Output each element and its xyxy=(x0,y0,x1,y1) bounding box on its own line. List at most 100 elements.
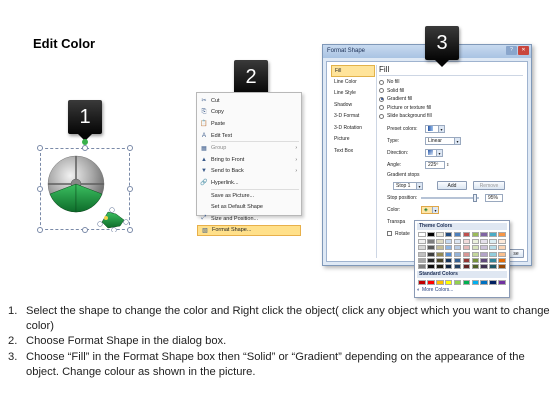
rotate-handle[interactable] xyxy=(82,139,88,145)
color-swatch[interactable] xyxy=(444,257,453,263)
color-swatch[interactable] xyxy=(426,232,435,237)
color-swatch[interactable] xyxy=(480,257,489,263)
color-swatch[interactable] xyxy=(480,263,489,269)
color-swatch[interactable] xyxy=(489,232,498,237)
color-swatch[interactable] xyxy=(498,251,506,257)
color-swatch[interactable] xyxy=(426,263,435,269)
color-swatch[interactable] xyxy=(444,279,453,285)
menu-item-size-position[interactable]: ⤢ Size and Position... xyxy=(197,213,301,225)
radio-gradient-fill[interactable]: Gradient fill xyxy=(379,95,523,104)
nav-line-style[interactable]: Line Style xyxy=(331,88,375,100)
color-swatch[interactable] xyxy=(418,257,426,263)
color-swatch[interactable] xyxy=(462,263,471,269)
color-swatch[interactable] xyxy=(453,239,462,245)
add-stop-button[interactable]: Add xyxy=(437,181,467,190)
color-swatch[interactable] xyxy=(418,239,426,245)
color-swatch[interactable] xyxy=(426,257,435,263)
color-swatch[interactable] xyxy=(418,251,426,257)
menu-item-save-as-picture[interactable]: Save as Picture... xyxy=(197,190,301,202)
color-swatch[interactable] xyxy=(480,232,489,237)
angle-spinner[interactable]: ⇕ xyxy=(446,162,449,167)
menu-item-edit-text[interactable]: A Edit Text xyxy=(197,130,301,142)
stop-position-input[interactable]: 95% xyxy=(485,193,503,202)
color-swatch[interactable] xyxy=(418,279,426,285)
color-swatch[interactable] xyxy=(453,232,462,237)
nav-picture[interactable]: Picture xyxy=(331,134,375,146)
color-swatch[interactable] xyxy=(462,251,471,257)
color-swatch[interactable] xyxy=(471,279,480,285)
radio-no-fill[interactable]: No fill xyxy=(379,78,523,87)
type-dropdown[interactable]: Linear ▾ xyxy=(425,136,461,145)
remove-stop-button[interactable]: Remove xyxy=(473,181,505,190)
angle-input[interactable]: 225º xyxy=(425,160,445,169)
direction-dropdown[interactable]: ▾ xyxy=(425,148,443,157)
color-swatch[interactable] xyxy=(444,263,453,269)
color-swatch[interactable] xyxy=(435,251,444,257)
resize-handle[interactable] xyxy=(37,186,43,192)
menu-item-format-shape[interactable]: ▧ Format Shape... xyxy=(197,224,301,237)
color-swatch[interactable] xyxy=(435,245,444,251)
close-button[interactable]: ✕ xyxy=(518,46,529,55)
menu-item-hyperlink[interactable]: 🔗 Hyperlink... xyxy=(197,177,301,189)
color-swatch[interactable] xyxy=(418,263,426,269)
color-swatch[interactable] xyxy=(471,257,480,263)
nav-text-box[interactable]: Text Box xyxy=(331,146,375,158)
menu-item-send-to-back[interactable]: ▼ Send to Back › xyxy=(197,166,301,178)
color-swatch[interactable] xyxy=(435,263,444,269)
color-swatch[interactable] xyxy=(480,251,489,257)
puzzle-pie-graphic[interactable] xyxy=(44,150,134,232)
color-swatch[interactable] xyxy=(498,257,506,263)
color-swatch[interactable] xyxy=(453,251,462,257)
stop-dropdown[interactable]: Stop 1 ▾ xyxy=(393,181,423,190)
menu-item-bring-to-front[interactable]: ▲ Bring to Front › xyxy=(197,154,301,166)
color-swatch[interactable] xyxy=(435,232,444,237)
color-swatch[interactable] xyxy=(498,239,506,245)
nav-fill[interactable]: Fill xyxy=(331,65,375,77)
color-swatch[interactable] xyxy=(444,251,453,257)
color-swatch[interactable] xyxy=(426,239,435,245)
color-swatch[interactable] xyxy=(471,232,480,237)
color-swatch[interactable] xyxy=(462,279,471,285)
rotate-checkbox[interactable] xyxy=(387,231,392,236)
color-swatch[interactable] xyxy=(453,245,462,251)
color-swatch[interactable] xyxy=(489,239,498,245)
color-swatch[interactable] xyxy=(489,245,498,251)
color-swatch[interactable] xyxy=(426,245,435,251)
menu-item-set-default-shape[interactable]: Set as Default Shape xyxy=(197,201,301,213)
color-swatch[interactable] xyxy=(462,232,471,237)
color-swatch[interactable] xyxy=(471,239,480,245)
menu-item-copy[interactable]: ⎘ Copy xyxy=(197,107,301,119)
more-colors-link[interactable]: ◐ More Colors... xyxy=(417,287,507,293)
color-swatch[interactable] xyxy=(435,279,444,285)
color-swatch[interactable] xyxy=(489,279,498,285)
color-swatch[interactable] xyxy=(453,279,462,285)
stop-position-slider[interactable] xyxy=(421,193,479,202)
color-swatch[interactable] xyxy=(453,257,462,263)
color-swatch[interactable] xyxy=(489,251,498,257)
radio-slide-background-fill[interactable]: Slide background fill xyxy=(379,112,523,121)
preset-colors-dropdown[interactable]: ▾ xyxy=(425,124,445,133)
resize-handle[interactable] xyxy=(37,145,43,151)
nav-3d-format[interactable]: 3-D Format xyxy=(331,111,375,123)
color-swatch[interactable] xyxy=(462,239,471,245)
color-swatch[interactable] xyxy=(444,232,453,237)
color-swatch[interactable] xyxy=(471,263,480,269)
color-swatch[interactable] xyxy=(480,279,489,285)
color-swatch[interactable] xyxy=(498,245,506,251)
resize-handle[interactable] xyxy=(37,227,43,233)
color-swatch[interactable] xyxy=(435,239,444,245)
color-swatch[interactable] xyxy=(471,245,480,251)
color-swatch[interactable] xyxy=(480,245,489,251)
menu-item-cut[interactable]: ✂ Cut xyxy=(197,95,301,107)
color-swatch[interactable] xyxy=(462,245,471,251)
color-swatch[interactable] xyxy=(444,245,453,251)
color-swatch[interactable] xyxy=(498,263,506,269)
color-swatch[interactable] xyxy=(418,232,426,237)
nav-shadow[interactable]: Shadow xyxy=(331,100,375,112)
color-swatch[interactable] xyxy=(489,263,498,269)
color-dropdown[interactable]: ◈ ▾ xyxy=(421,205,439,214)
color-swatch[interactable] xyxy=(418,245,426,251)
radio-picture-fill[interactable]: Picture or texture fill xyxy=(379,104,523,113)
close-dialog-button[interactable]: se xyxy=(508,249,524,258)
color-swatch[interactable] xyxy=(453,263,462,269)
